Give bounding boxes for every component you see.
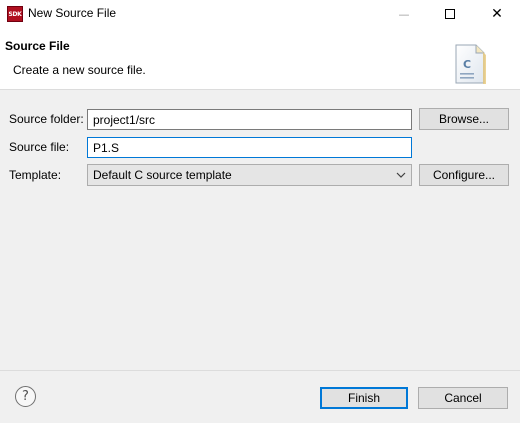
template-select[interactable]: Default C source template [87,164,412,186]
maximize-button[interactable] [427,0,473,28]
close-icon: ✕ [491,6,503,22]
footer-divider [0,370,520,371]
chevron-down-icon [395,168,407,182]
browse-button[interactable]: Browse... [419,108,509,130]
app-icon-text: SDK [8,10,22,18]
source-folder-input[interactable]: project1/src [87,109,412,130]
template-label: Template: [9,168,62,182]
source-file-label: Source file: [9,140,70,154]
close-button[interactable]: ✕ [474,0,520,28]
new-source-file-dialog: SDK New Source File — ✕ Source File Crea… [0,0,520,423]
minimize-button[interactable]: — [381,0,427,28]
title-bar[interactable]: SDK New Source File — ✕ [0,0,520,28]
sdk-app-icon: SDK [7,6,23,22]
page-title: Source File [5,39,70,53]
help-glyph: ? [22,389,29,404]
source-folder-label: Source folder: [9,112,84,126]
finish-button[interactable]: Finish [320,387,408,409]
dialog-header: Source File Create a new source file. C [0,28,520,90]
help-icon[interactable]: ? [15,386,36,407]
window-title: New Source File [28,6,117,20]
c-letter: C [463,58,471,71]
template-select-value: Default C source template [93,168,232,182]
page-description: Create a new source file. [13,63,146,77]
configure-button[interactable]: Configure... [419,164,509,186]
c-file-wizard-icon: C [455,44,486,84]
minimize-icon: — [398,7,410,21]
cancel-button[interactable]: Cancel [418,387,508,409]
source-file-input[interactable]: P1.S [87,137,412,158]
maximize-icon [445,9,455,19]
